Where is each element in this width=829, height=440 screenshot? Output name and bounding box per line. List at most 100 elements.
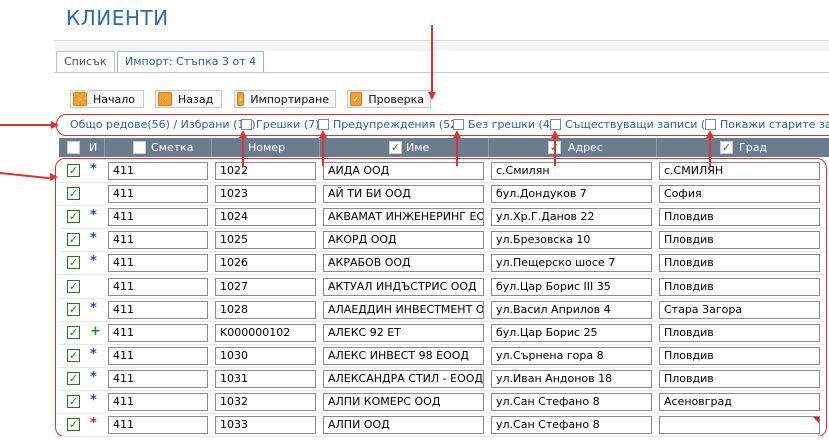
cell-address[interactable]: бул.Цар Борис 25 <box>491 324 652 342</box>
cell-number[interactable]: 1031 <box>215 370 316 388</box>
cell-city[interactable]: Пловдив <box>659 231 820 249</box>
tab-list[interactable]: Списък <box>56 51 115 72</box>
check-button[interactable]: ✓ Проверка <box>347 90 431 108</box>
row-select-checkbox[interactable]: ✓ <box>67 326 80 339</box>
row-select-checkbox[interactable]: ✓ <box>67 303 80 316</box>
cell-name[interactable]: АИДА ООД <box>323 162 484 180</box>
filter-no-errors[interactable]: Без грешки (4) <box>468 118 554 131</box>
cell-name[interactable]: АЛАЕДДИН ИНВЕСТМЕНТ ООД <box>323 301 484 319</box>
row-select-checkbox[interactable]: ✓ <box>67 187 80 200</box>
row-status-mark: * <box>90 231 97 246</box>
cell-address[interactable]: ул.Пещерско шосе 7 <box>491 254 652 272</box>
row-select-checkbox[interactable]: ✓ <box>67 372 80 385</box>
filter-existing[interactable]: Съществуващи записи (2) <box>565 118 716 131</box>
row-select-checkbox[interactable]: ✓ <box>67 233 80 246</box>
row-divider <box>59 205 825 206</box>
filter-show-old[interactable]: Покажи старите заг <box>720 118 829 131</box>
cell-account[interactable]: 411 <box>108 278 208 296</box>
tab-import-step[interactable]: Импорт: Стъпка 3 от 4 <box>117 51 265 73</box>
row-divider <box>59 413 825 414</box>
cell-name[interactable]: АКРАБОВ ООД <box>323 254 484 272</box>
cell-city[interactable]: Пловдив <box>659 324 820 342</box>
filter-errors-checkbox[interactable] <box>241 119 252 130</box>
filter-warnings-checkbox[interactable] <box>318 119 329 130</box>
cell-number[interactable]: 1028 <box>215 301 316 319</box>
cell-city[interactable]: Асеновград <box>659 393 820 411</box>
cell-address[interactable]: ул.Сан Стефано 8 <box>491 393 652 411</box>
cell-name[interactable]: АЙ ТИ БИ ООД <box>323 185 484 203</box>
cell-number[interactable]: 1023 <box>215 185 316 203</box>
cell-account[interactable]: 411 <box>108 231 208 249</box>
filter-show-old-checkbox[interactable] <box>705 119 716 130</box>
cell-name[interactable]: АКОРД ООД <box>323 231 484 249</box>
filter-existing-checkbox[interactable] <box>550 119 561 130</box>
select-all-checkbox[interactable] <box>67 141 80 154</box>
row-status-mark: + <box>90 324 101 339</box>
row-select-checkbox[interactable]: ✓ <box>67 280 80 293</box>
row-select-checkbox[interactable]: ✓ <box>67 395 80 408</box>
cell-city[interactable]: Пловдив <box>659 254 820 272</box>
name-column-checkbox[interactable]: ✓ <box>389 141 402 154</box>
annotation-arrow-head <box>239 130 247 138</box>
cell-name[interactable]: АЛПИ ООД <box>323 416 484 434</box>
cell-account[interactable]: 411 <box>108 208 208 226</box>
account-column-checkbox[interactable] <box>133 141 146 154</box>
cell-account[interactable]: 411 <box>108 393 208 411</box>
cell-name[interactable]: АКТУАЛ ИНДЪСТРИС ООД <box>323 278 484 296</box>
cell-number[interactable]: 1027 <box>215 278 316 296</box>
cell-address[interactable]: с.Смилян <box>491 162 652 180</box>
cell-city[interactable]: с.СМИЛЯН <box>659 162 820 180</box>
city-column-checkbox[interactable]: ✓ <box>720 141 733 154</box>
cell-account[interactable]: 411 <box>108 347 208 365</box>
cell-name[interactable]: АЛЕКС ИНВЕСТ 98 ЕООД <box>323 347 484 365</box>
cell-account[interactable]: 411 <box>108 370 208 388</box>
cell-number[interactable]: 1024 <box>215 208 316 226</box>
cell-city[interactable]: Пловдив <box>659 370 820 388</box>
start-button[interactable]: › Начало <box>70 90 144 108</box>
cell-city[interactable]: Пловдив <box>659 347 820 365</box>
annotation-arrow <box>456 138 458 166</box>
cell-address[interactable]: бул.Дондуков 7 <box>491 185 652 203</box>
cell-address[interactable]: ул.Васил Априлов 4 <box>491 301 652 319</box>
row-select-checkbox[interactable]: ✓ <box>67 349 80 362</box>
cell-address[interactable]: бул.Цар Борис III 35 <box>491 278 652 296</box>
cell-address[interactable]: ул.Брезовска 10 <box>491 231 652 249</box>
cell-number[interactable]: 1025 <box>215 231 316 249</box>
filter-total[interactable]: Общо редове(56) / Избрани (12) <box>70 118 256 131</box>
cell-city[interactable]: София <box>659 185 820 203</box>
row-select-checkbox[interactable]: ✓ <box>67 210 80 223</box>
cell-name[interactable]: АЛЕКС 92 ЕТ <box>323 324 484 342</box>
cell-city[interactable]: Стара Загора <box>659 301 820 319</box>
filter-warnings[interactable]: Предупреждения (52) <box>333 118 461 131</box>
cell-address[interactable]: ул.Сан Стефано 8 <box>491 416 652 434</box>
cell-address[interactable]: ул.Иван Андонов 18 <box>491 370 652 388</box>
cell-number[interactable]: 1026 <box>215 254 316 272</box>
import-button[interactable]: › Импортиране <box>234 90 336 108</box>
cell-name[interactable]: АЛЕКСАНДРА СТИЛ - ЕООД <box>323 370 484 388</box>
row-select-checkbox[interactable]: ✓ <box>67 164 80 177</box>
cell-number[interactable]: K000000102 <box>215 324 316 342</box>
cell-city[interactable]: Пловдив <box>659 208 820 226</box>
cell-account[interactable]: 411 <box>108 416 208 434</box>
cell-city[interactable]: Пловдив <box>659 278 820 296</box>
cell-number[interactable]: 1033 <box>215 416 316 434</box>
cell-number[interactable]: 1032 <box>215 393 316 411</box>
cell-address[interactable]: ул.Сърнена гора 8 <box>491 347 652 365</box>
filter-no-errors-checkbox[interactable] <box>453 119 464 130</box>
back-button[interactable]: ‹ Назад <box>155 90 222 108</box>
row-select-checkbox[interactable]: ✓ <box>67 418 80 431</box>
cell-name[interactable]: АЛПИ КОМЕРС ООД <box>323 393 484 411</box>
cell-address[interactable]: ул.Хр.Г.Данов 22 <box>491 208 652 226</box>
cell-name[interactable]: АКВАМАТ ИНЖЕНЕРИНГ ЕООД <box>323 208 484 226</box>
cell-city[interactable] <box>659 416 820 434</box>
row-status-mark: * <box>90 393 97 408</box>
cell-account[interactable]: 411 <box>108 185 208 203</box>
cell-number[interactable]: 1022 <box>215 162 316 180</box>
cell-account[interactable]: 411 <box>108 324 208 342</box>
cell-account[interactable]: 411 <box>108 254 208 272</box>
cell-account[interactable]: 411 <box>108 162 208 180</box>
cell-account[interactable]: 411 <box>108 301 208 319</box>
cell-number[interactable]: 1030 <box>215 347 316 365</box>
row-select-checkbox[interactable]: ✓ <box>67 256 80 269</box>
filter-errors[interactable]: Грешки (7) <box>256 118 319 131</box>
